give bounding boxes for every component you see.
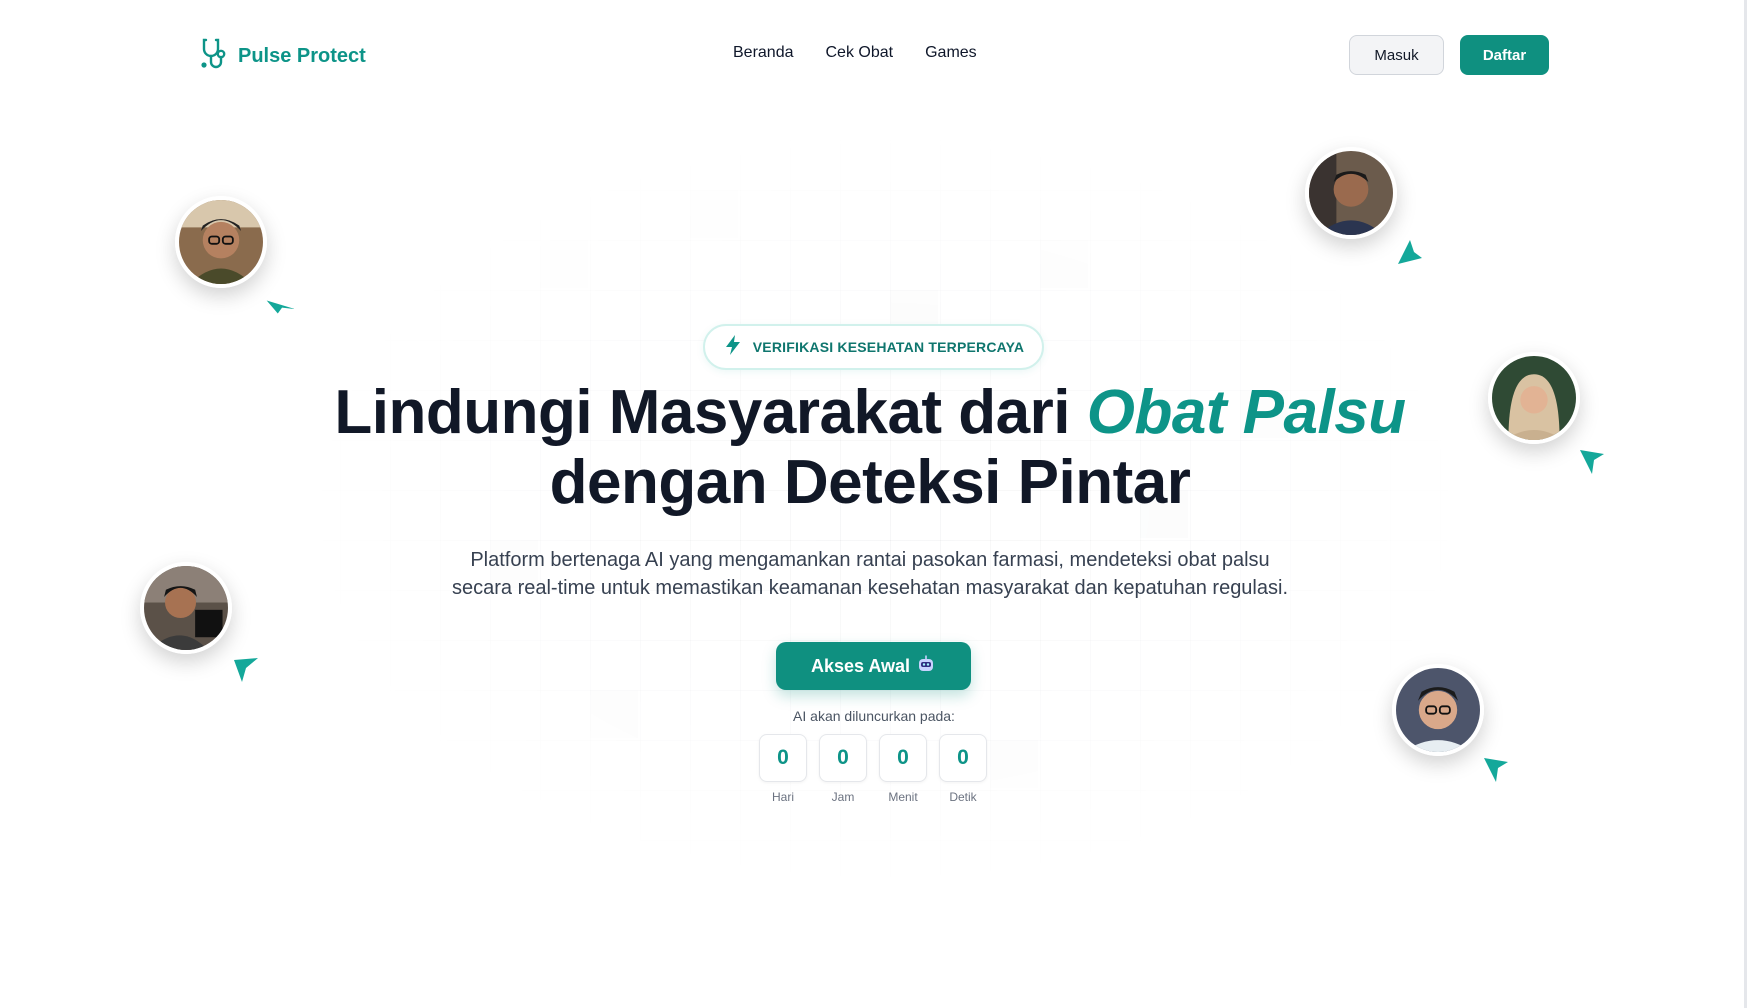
countdown-label: Menit (888, 790, 918, 804)
countdown-timer: 0 Hari 0 Jam 0 Menit 0 Detik (759, 734, 987, 804)
nav-link-cek-obat[interactable]: Cek Obat (826, 44, 894, 62)
countdown-value: 0 (759, 734, 807, 782)
countdown-label: Detik (949, 790, 977, 804)
brand-logo[interactable]: Pulse Protect (200, 37, 366, 76)
hero-title-part1: Lindungi Masyarakat dari (334, 378, 1087, 447)
trust-badge: VERIFIKASI KESEHATAN TERPERCAYA (703, 324, 1044, 370)
hero-subtitle: Platform bertenaga AI yang mengamankan r… (380, 546, 1360, 602)
countdown-minutes: 0 Menit (879, 734, 927, 804)
countdown-seconds: 0 Detik (939, 734, 987, 804)
stethoscope-icon (200, 37, 228, 76)
early-access-label: Akses Awal (810, 655, 911, 676)
robot-icon (916, 654, 936, 679)
hero-subtitle-line1: Platform bertenaga AI yang mengamankan r… (470, 549, 1270, 571)
pointer-arrow-icon (1396, 238, 1424, 266)
badge-text: VERIFIKASI KESEHATAN TERPERCAYA (752, 339, 1025, 355)
avatar (1392, 664, 1484, 756)
pointer-arrow-icon (1578, 448, 1606, 476)
pointer-arrow-icon (266, 288, 296, 316)
early-access-button[interactable]: Akses Awal (776, 642, 971, 690)
hero-title-part2: dengan Deteksi Pintar (549, 448, 1191, 517)
hero-subtitle-line2: secara real-time untuk memastikan keaman… (451, 577, 1288, 599)
countdown-label: Hari (771, 790, 794, 804)
main-menu: Beranda Cek Obat Games (733, 44, 977, 62)
countdown-value: 0 (879, 734, 927, 782)
pointer-arrow-icon (232, 656, 260, 684)
countdown-days: 0 Hari (759, 734, 807, 804)
nav-link-games[interactable]: Games (925, 44, 977, 62)
avatar (1305, 147, 1397, 239)
countdown-value: 0 (939, 734, 987, 782)
hero-title-accent: Obat Palsu (1086, 378, 1406, 447)
countdown-value: 0 (819, 734, 867, 782)
countdown-label: Jam (831, 790, 855, 804)
top-navbar: Pulse Protect Beranda Cek Obat Games Mas… (0, 0, 1747, 110)
lightning-bolt-icon (723, 334, 743, 361)
nav-link-beranda[interactable]: Beranda (733, 44, 794, 62)
pointer-arrow-icon (1482, 756, 1510, 784)
launch-label: AI akan diluncurkan pada: (793, 708, 955, 724)
brand-name: Pulse Protect (238, 45, 366, 67)
register-button[interactable]: Daftar (1460, 35, 1549, 75)
countdown-hours: 0 Jam (819, 734, 867, 804)
hero-title: Lindungi Masyarakat dari Obat Palsu deng… (220, 378, 1520, 518)
avatar (140, 562, 232, 654)
avatar (175, 196, 267, 288)
login-button[interactable]: Masuk (1349, 35, 1444, 75)
